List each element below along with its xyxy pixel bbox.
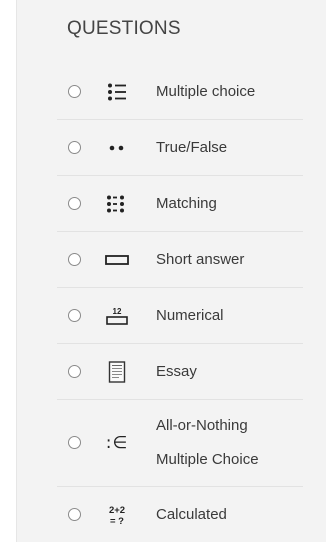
question-type-label: True/False: [156, 138, 228, 156]
question-type-calculated[interactable]: 2+2 = ? Calculated: [57, 487, 303, 543]
question-type-numerical[interactable]: 12 Numerical: [57, 288, 303, 344]
question-type-multiple-choice[interactable]: Multiple choice: [57, 64, 303, 120]
question-type-short-answer[interactable]: Short answer: [57, 232, 303, 288]
question-type-label: Essay: [156, 362, 197, 380]
question-type-all-or-nothing[interactable]: :∈ All-or-Nothing Multiple Choice: [57, 400, 303, 487]
radio-button[interactable]: [68, 252, 81, 266]
matching-icon: [103, 192, 131, 216]
label-line-1: All-or-Nothing: [156, 417, 248, 434]
question-type-matching[interactable]: Matching: [57, 176, 303, 232]
all-or-nothing-icon-text: :∈: [105, 433, 129, 453]
question-type-essay[interactable]: Essay: [57, 344, 303, 400]
radio-button[interactable]: [68, 140, 81, 154]
calculated-icon-bottom: = ?: [110, 516, 124, 527]
question-type-label: Matching: [156, 194, 217, 212]
question-type-label: Multiple choice: [156, 82, 256, 100]
question-type-true-false[interactable]: True/False: [57, 120, 303, 176]
question-type-list: Multiple choice True/False Matching Shor…: [57, 64, 303, 543]
radio-button[interactable]: [68, 308, 81, 322]
essay-icon: [103, 360, 131, 384]
radio-button[interactable]: [68, 196, 81, 210]
panel-heading: QUESTIONS: [67, 18, 181, 39]
question-type-label: Numerical: [156, 306, 224, 324]
radio-button[interactable]: [68, 364, 81, 378]
label-line-2: Multiple Choice: [156, 451, 259, 468]
true-false-icon: [103, 136, 131, 160]
multiple-choice-icon: [103, 80, 131, 104]
question-type-label: Short answer: [156, 250, 245, 268]
radio-button[interactable]: [68, 84, 81, 98]
numerical-icon-text: 12: [113, 307, 122, 316]
question-type-label: Calculated: [156, 506, 227, 523]
questions-panel: QUESTIONS Multiple choice True/False Mat…: [16, 0, 326, 542]
all-or-nothing-icon: :∈: [103, 431, 131, 455]
calculated-icon-top: 2+2: [109, 505, 125, 516]
numerical-icon: 12: [103, 304, 131, 328]
calculated-icon: 2+2 = ?: [103, 503, 131, 527]
short-answer-icon: [103, 248, 131, 272]
question-type-label: All-or-Nothing Multiple Choice: [156, 409, 259, 477]
radio-button[interactable]: [68, 508, 81, 521]
radio-button[interactable]: [68, 436, 81, 449]
